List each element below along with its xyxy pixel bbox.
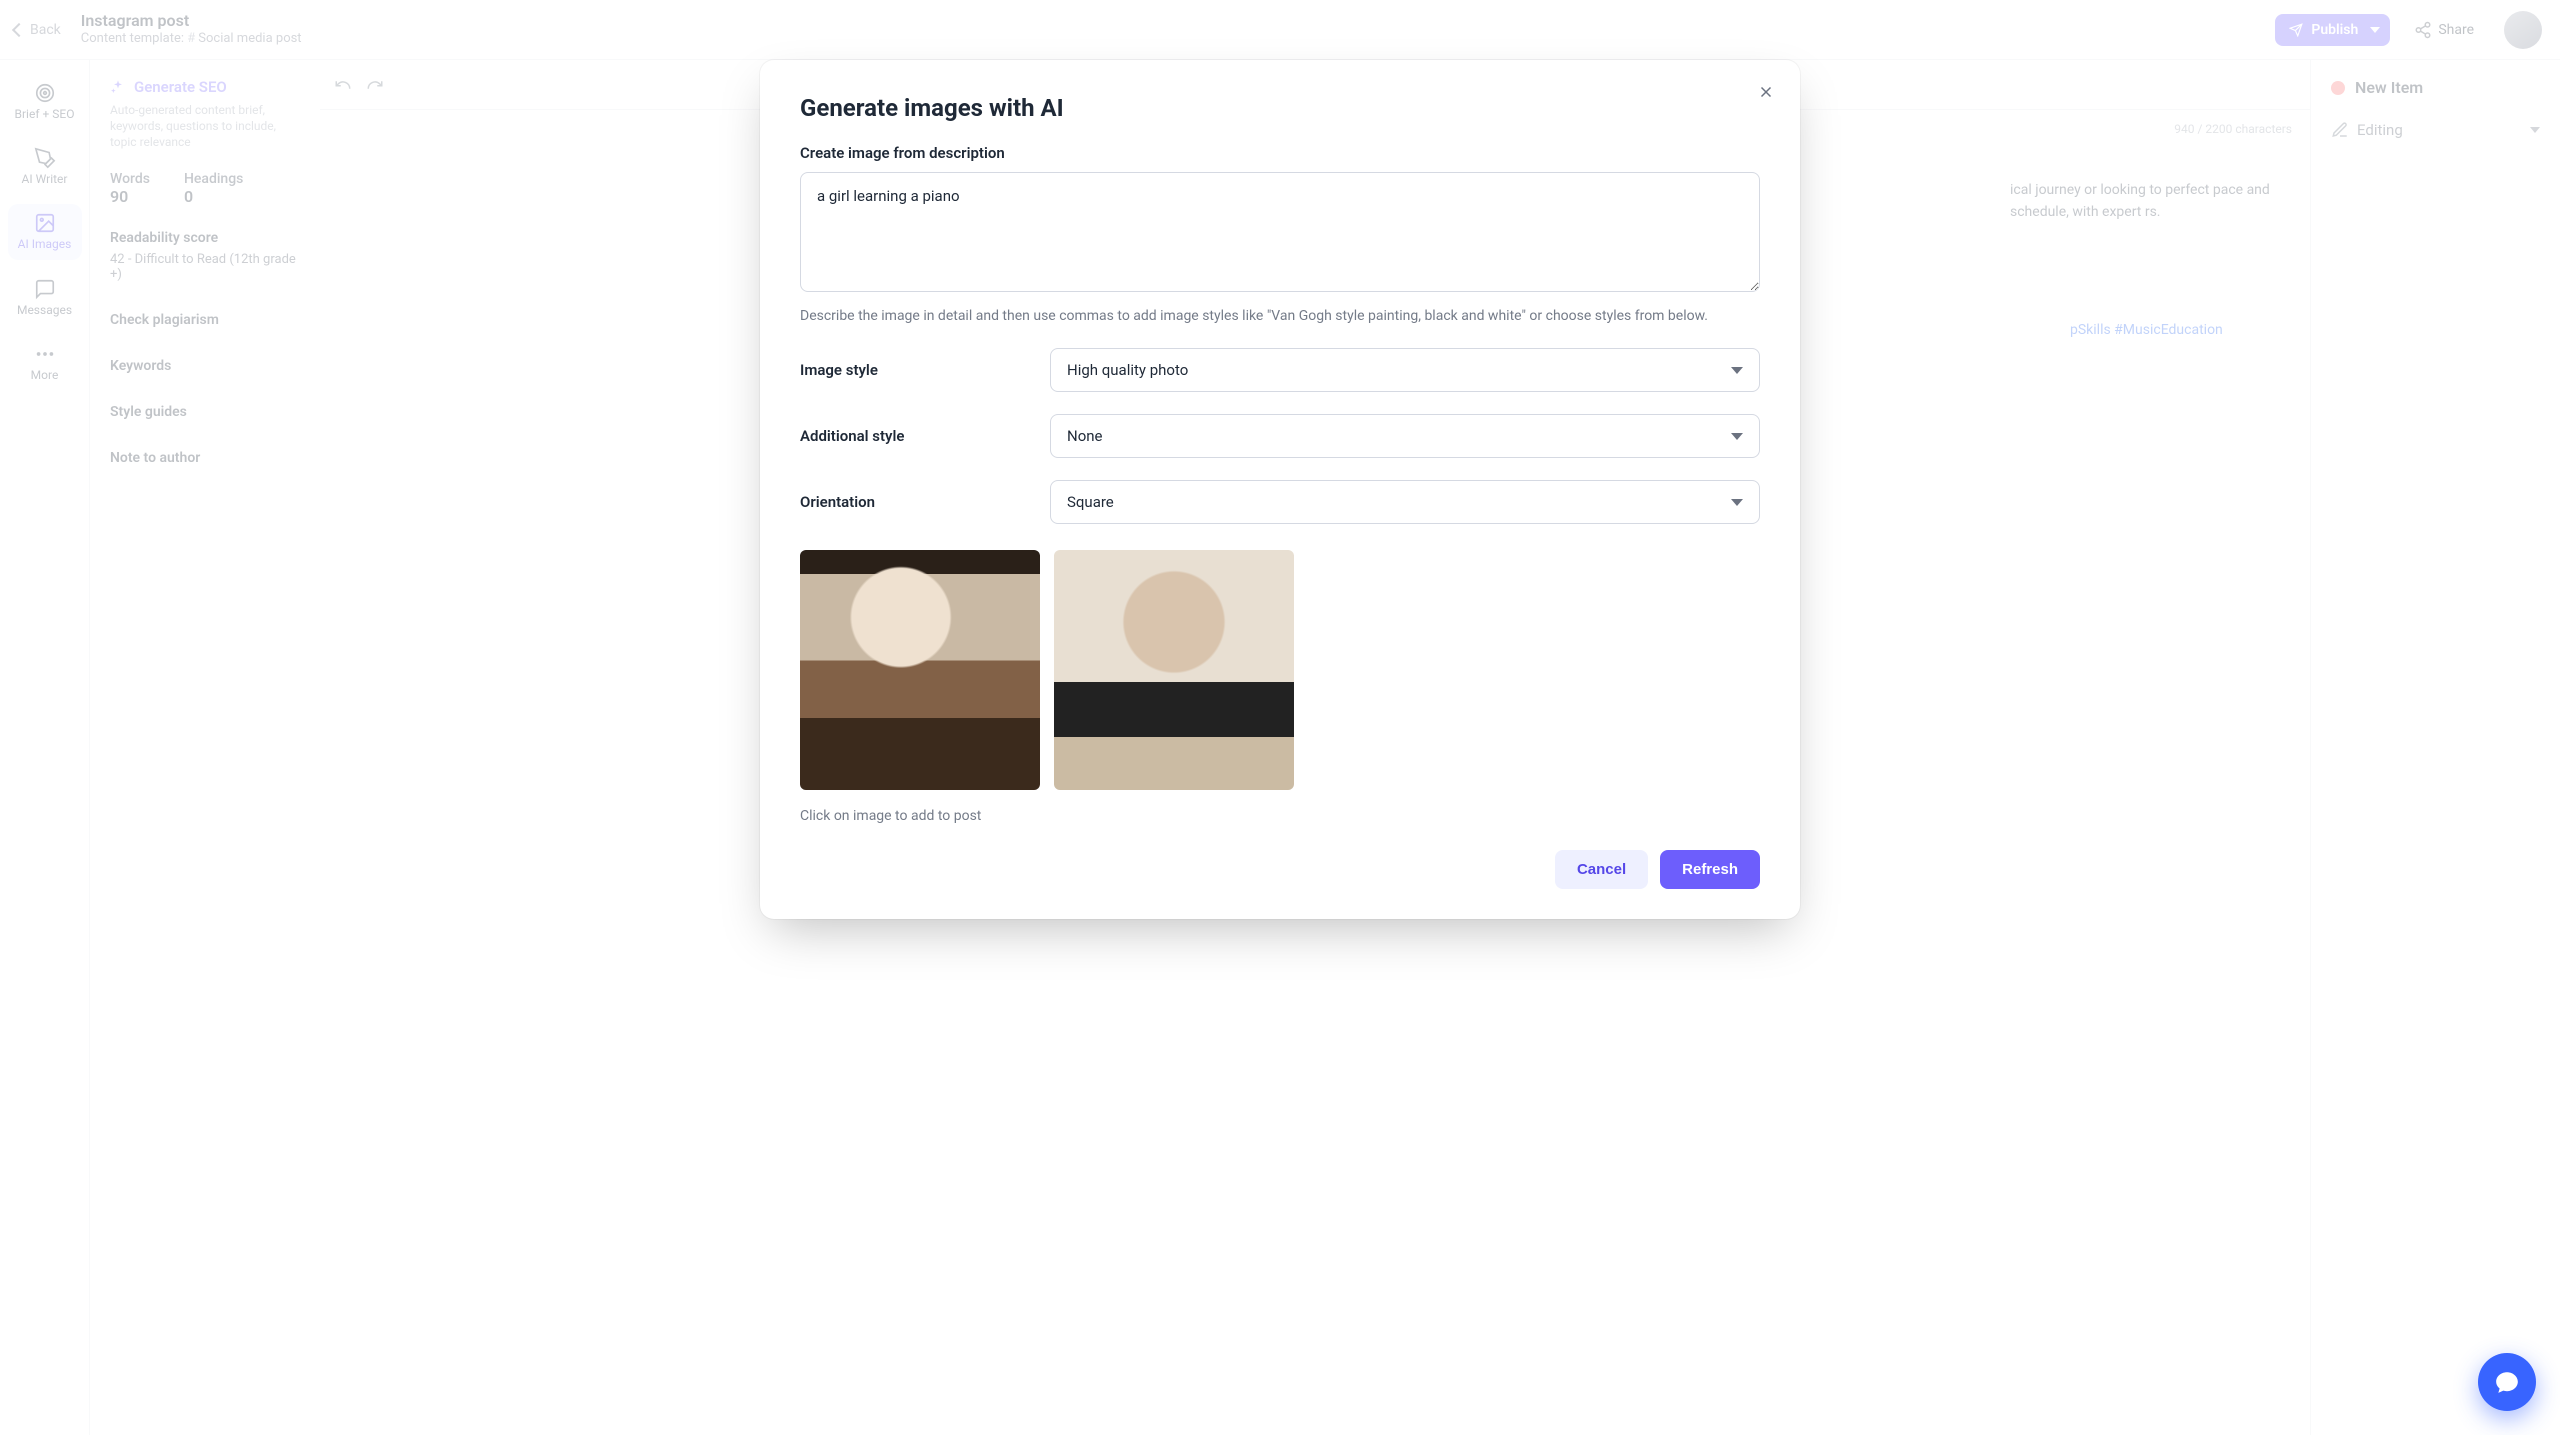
orientation-select[interactable]: Square (1050, 480, 1760, 524)
modal-actions: Cancel Refresh (800, 850, 1760, 889)
close-icon (1757, 83, 1775, 101)
orientation-row: Orientation Square (800, 480, 1760, 524)
generated-image-1[interactable] (800, 550, 1040, 790)
chat-icon (2494, 1369, 2520, 1395)
modal-overlay: Generate images with AI Create image fro… (0, 0, 2560, 1435)
generated-image-2[interactable] (1054, 550, 1294, 790)
image-style-value: High quality photo (1067, 361, 1188, 379)
chat-launcher[interactable] (2478, 1353, 2536, 1411)
additional-style-value: None (1067, 427, 1103, 445)
cancel-button[interactable]: Cancel (1555, 850, 1648, 889)
generated-images (800, 550, 1760, 790)
chevron-down-icon (1731, 499, 1743, 506)
additional-style-row: Additional style None (800, 414, 1760, 458)
chevron-down-icon (1731, 367, 1743, 374)
refresh-button[interactable]: Refresh (1660, 850, 1760, 889)
ai-image-modal: Generate images with AI Create image fro… (760, 60, 1800, 919)
chevron-down-icon (1731, 433, 1743, 440)
additional-style-label: Additional style (800, 427, 1050, 445)
add-to-post-hint: Click on image to add to post (800, 808, 1760, 824)
description-hint: Describe the image in detail and then us… (800, 306, 1760, 326)
orientation-label: Orientation (800, 493, 1050, 511)
image-style-select[interactable]: High quality photo (1050, 348, 1760, 392)
modal-title: Generate images with AI (800, 94, 1760, 122)
close-button[interactable] (1752, 78, 1780, 106)
description-textarea[interactable] (800, 172, 1760, 292)
image-style-row: Image style High quality photo (800, 348, 1760, 392)
additional-style-select[interactable]: None (1050, 414, 1760, 458)
orientation-value: Square (1067, 493, 1114, 511)
image-style-label: Image style (800, 361, 1050, 379)
description-label: Create image from description (800, 144, 1760, 162)
